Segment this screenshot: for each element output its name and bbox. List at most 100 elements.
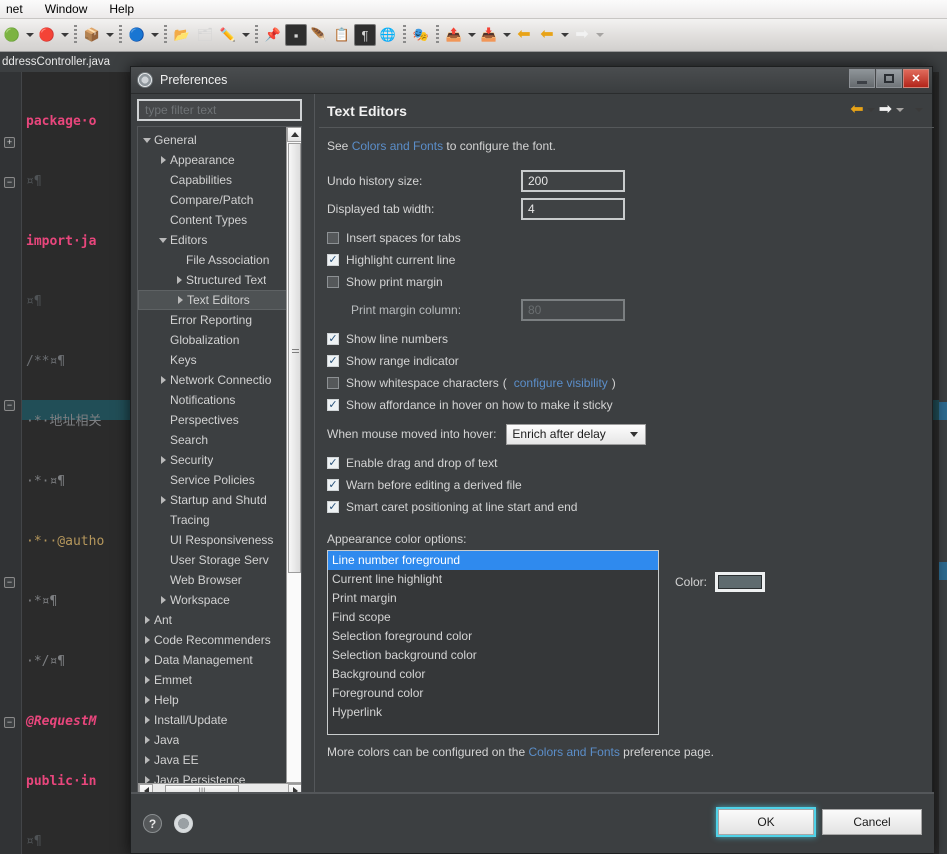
color-option-item[interactable]: Print margin [328,589,658,608]
chevron-down-icon[interactable] [156,238,170,243]
show-print-margin-row[interactable]: Show print margin [327,271,926,293]
tree-item-user-storage-serv[interactable]: User Storage Serv [138,550,288,570]
tree-item-compare-patch[interactable]: Compare/Patch [138,190,288,210]
show-line-numbers-row[interactable]: Show line numbers [327,328,926,350]
preferences-tree[interactable]: General Appearance Capabilities Compare/Pat… [137,126,302,798]
globe-icon[interactable]: 🌐 [377,24,399,46]
back-history-dropdown[interactable] [866,99,877,121]
sticky-affordance-checkbox[interactable] [327,399,339,411]
tree-item-startup-and-shutd[interactable]: Startup and Shutd [138,490,288,510]
show-range-indicator-row[interactable]: Show range indicator [327,350,926,372]
menu-item-net[interactable]: net [2,1,27,17]
color-option-item[interactable]: Foreground color [328,684,658,703]
tree-item-network-connectio[interactable]: Network Connectio [138,370,288,390]
export-dropdown[interactable] [466,24,477,46]
new-wizard-dropdown[interactable] [24,24,35,46]
undo-history-input[interactable]: 200 [521,170,625,192]
tree-item-general[interactable]: General [138,130,288,150]
chevron-right-icon[interactable] [156,496,170,504]
tree-item-emmet[interactable]: Emmet [138,670,288,690]
chevron-right-icon[interactable] [156,456,170,464]
pin-icon[interactable]: 📌 [262,24,284,46]
maximize-button[interactable] [876,69,902,88]
chevron-right-icon[interactable] [173,296,187,304]
show-whitespace-checkbox[interactable] [327,377,339,389]
hover-select[interactable]: Enrich after delay [506,423,647,445]
fold-expand-icon[interactable]: + [4,137,15,148]
print-margin-column-input[interactable]: 80 [521,299,625,321]
configure-visibility-link[interactable]: configure visibility [514,376,608,390]
list-view-icon[interactable]: 📋 [331,24,353,46]
color-option-item[interactable]: Hyperlink [328,703,658,722]
close-button[interactable]: ✕ [903,69,929,88]
open-folder-icon[interactable]: 📂 [171,24,193,46]
color-option-item[interactable]: Selection foreground color [328,627,658,646]
tree-item-perspectives[interactable]: Perspectives [138,410,288,430]
tab-width-input[interactable]: 4 [521,198,625,220]
new-wizard-icon[interactable]: 🟢 [1,24,23,46]
chevron-right-icon[interactable] [156,596,170,604]
help-icon[interactable]: ? [143,814,162,833]
tree-item-keys[interactable]: Keys [138,350,288,370]
chevron-right-icon[interactable] [140,656,154,664]
new-java-dropdown[interactable] [104,24,115,46]
ok-button[interactable]: OK [718,809,814,835]
search-dropdown[interactable] [149,24,160,46]
chevron-right-icon[interactable] [140,736,154,744]
import-icon[interactable]: 📥 [478,24,500,46]
tree-item-ant[interactable]: Ant [138,610,288,630]
tree-item-install-update[interactable]: Install/Update [138,710,288,730]
back-icon[interactable]: ⬅ [536,24,558,46]
back-dropdown[interactable] [559,24,570,46]
chevron-right-icon[interactable] [140,696,154,704]
chevron-right-icon[interactable] [140,636,154,644]
color-option-item[interactable]: Line number foreground [328,551,658,570]
tree-item-ui-responsiveness[interactable]: UI Responsiveness [138,530,288,550]
colors-and-fonts-link[interactable]: Colors and Fonts [352,139,443,153]
smart-caret-row[interactable]: Smart caret positioning at line start an… [327,496,926,518]
tree-item-data-management[interactable]: Data Management [138,650,288,670]
debug-dropdown[interactable] [59,24,70,46]
tree-item-workspace[interactable]: Workspace [138,590,288,610]
fold-collapse-icon[interactable]: − [4,577,15,588]
chevron-right-icon[interactable] [140,676,154,684]
chevron-right-icon[interactable] [140,716,154,724]
show-line-numbers-checkbox[interactable] [327,333,339,345]
appearance-color-options-list[interactable]: Line number foreground Current line highl… [327,550,659,735]
tree-item-notifications[interactable]: Notifications [138,390,288,410]
tree-item-editors[interactable]: Editors [138,230,288,250]
filter-input[interactable]: type filter text [137,99,302,121]
forward-icon[interactable]: ➡ [571,24,593,46]
tree-item-java[interactable]: Java [138,730,288,750]
color-option-item[interactable]: Background color [328,665,658,684]
pane-divider[interactable] [314,94,315,828]
chevron-right-icon[interactable] [140,756,154,764]
highlight-current-line-row[interactable]: Highlight current line [327,249,926,271]
forward-arrow-icon[interactable]: ➡ [879,102,892,118]
color-option-item[interactable]: Find scope [328,608,658,627]
tree-item-error-reporting[interactable]: Error Reporting [138,310,288,330]
tree-item-content-types[interactable]: Content Types [138,210,288,230]
deploy-icon[interactable]: 🪶 [308,24,330,46]
show-print-margin-checkbox[interactable] [327,276,339,288]
insert-spaces-row[interactable]: Insert spaces for tabs [327,227,926,249]
chevron-right-icon[interactable] [172,276,186,284]
scroll-thumb[interactable] [288,143,301,573]
highlight-current-line-checkbox[interactable] [327,254,339,266]
dialog-title-bar[interactable]: Preferences ✕ [131,67,932,94]
gear-icon[interactable] [174,814,193,833]
new-java-package-icon[interactable]: 📦 [81,24,103,46]
editor-gutter[interactable]: + − − − − [0,72,22,854]
tree-item-capabilities[interactable]: Capabilities [138,170,288,190]
color-option-item[interactable]: Current line highlight [328,570,658,589]
color-swatch-button[interactable] [715,572,766,592]
page-menu-dropdown[interactable] [913,99,924,121]
minimize-button[interactable] [849,69,875,88]
tree-item-tracing[interactable]: Tracing [138,510,288,530]
pilcrow-icon[interactable]: ¶ [354,24,376,46]
smart-caret-checkbox[interactable] [327,501,339,513]
tree-item-web-browser[interactable]: Web Browser [138,570,288,590]
color-option-item[interactable]: Selection background color [328,646,658,665]
tree-item-structured-text[interactable]: Structured Text [138,270,288,290]
fold-collapse-icon[interactable]: − [4,400,15,411]
